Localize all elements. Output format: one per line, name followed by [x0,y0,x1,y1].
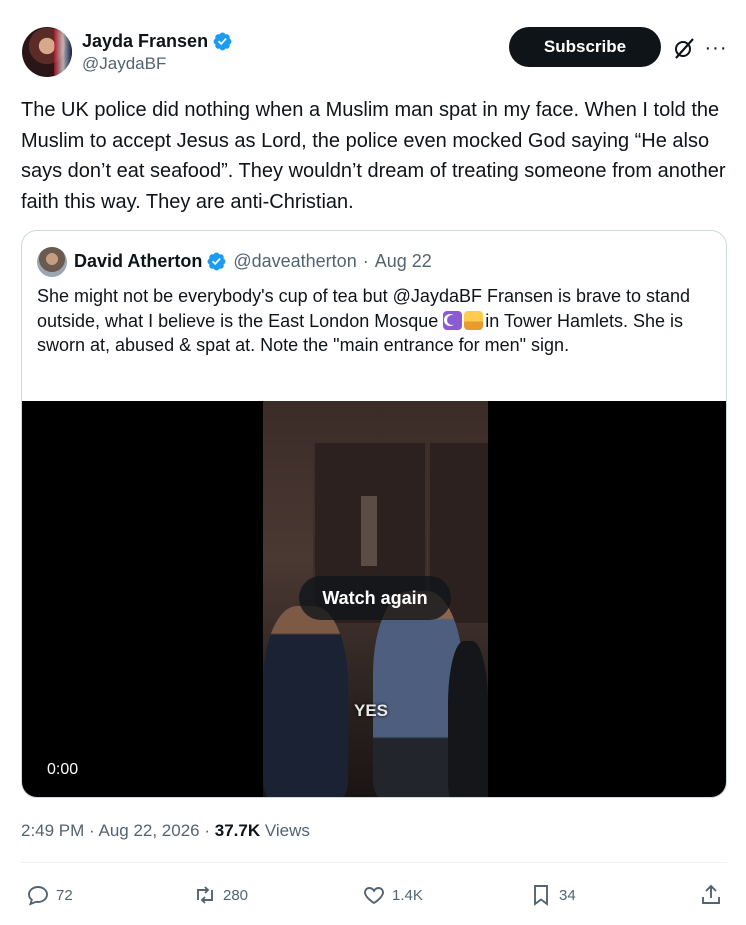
repost-icon [197,886,213,904]
quote-header: David Atherton @daveatherton · Aug 22 [74,251,432,272]
reply-button[interactable]: 72 [26,883,73,907]
bookmark-count: 34 [559,886,576,904]
like-button[interactable]: 1.4K [362,883,423,907]
watch-again-button[interactable]: Watch again [299,576,451,620]
separator: · [84,821,99,840]
verified-badge-icon [207,252,226,271]
quote-author-handle: @daveatherton [233,251,357,271]
tweet-text: The UK police did nothing when a Muslim … [21,99,726,213]
like-count: 1.4K [392,886,423,904]
views-label: Views [260,821,310,840]
more-icon[interactable]: ··· [704,36,728,60]
tweet-date[interactable]: Aug 22, 2026 [98,821,199,840]
mosque-emoji-icon [464,310,484,330]
separator: · [199,821,215,840]
video-time: 0:00 [47,761,79,778]
repost-count: 280 [223,886,249,904]
quoted-tweet-card[interactable]: David Atherton @daveatherton · Aug 22 Sh… [21,230,727,798]
reply-icon [28,886,48,906]
quote-author-avatar [37,247,67,277]
views-count: 37.7K [214,821,261,840]
quote-date: Aug 22 [374,251,432,271]
crescent-emoji-icon [443,310,463,330]
quote-text: She might not be everybody's cup of tea … [37,284,713,358]
author-avatar[interactable] [22,27,72,77]
video-caption: YES [354,701,389,720]
grok-icon[interactable] [672,36,696,60]
door-window [361,496,377,566]
quote-author-name: David Atherton [74,251,203,271]
share-icon [702,884,720,904]
share-button[interactable] [699,883,729,907]
tweet-time[interactable]: 2:49 PM [21,821,84,840]
bookmark-button[interactable]: 34 [529,883,576,907]
action-bar: 72 280 1.4K 34 [0,883,746,911]
video-player[interactable]: Watch again YES 0:00 [22,401,726,797]
reply-count: 72 [56,886,73,904]
author-name-row[interactable]: Jayda Fransen [82,30,233,52]
subscribe-button[interactable]: Subscribe [509,27,661,67]
tweet-timestamp: 2:49 PM · Aug 22, 2026 · 37.7K Views [21,821,310,841]
divider [21,862,727,863]
like-icon [364,887,384,905]
author-handle[interactable]: @JaydaBF [82,54,166,74]
repost-button[interactable]: 280 [193,883,248,907]
quote-separator: · [362,251,369,271]
person-right [448,641,488,797]
author-name[interactable]: Jayda Fransen [82,30,208,52]
person-left [263,606,348,797]
bookmark-icon [534,885,548,906]
verified-badge-icon [213,32,232,50]
flag-overlay [54,27,72,77]
